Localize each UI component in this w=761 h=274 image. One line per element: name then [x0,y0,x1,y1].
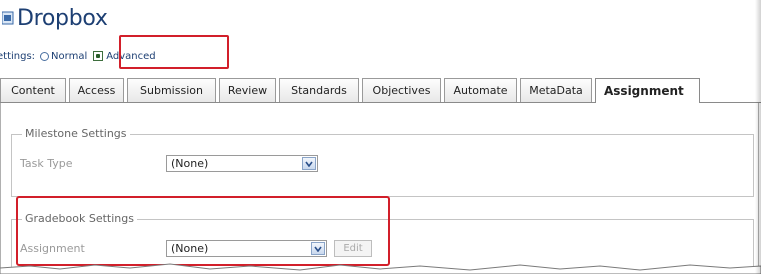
tab-automate[interactable]: Automate [444,78,517,102]
tab-content[interactable]: Content [0,78,66,102]
tab-label: Automate [453,84,508,97]
tab-standards[interactable]: Standards [279,78,359,102]
title-row: Dropbox [0,3,108,33]
tab-review[interactable]: Review [219,78,276,102]
tab-objectives[interactable]: Objectives [362,78,441,102]
task-type-value: (None) [171,157,209,170]
tab-label: Standards [291,84,347,97]
task-type-label: Task Type [20,157,73,170]
page-title: Dropbox [17,5,108,31]
tab-bar: Content Access Submission Review Standar… [0,78,761,103]
milestone-settings-legend: Milestone Settings [22,127,130,140]
tab-access[interactable]: Access [69,78,124,102]
advanced-highlight-box [119,35,229,69]
tab-label: Review [227,84,268,97]
tab-label: Content [11,84,55,97]
normal-radio-circle[interactable] [40,51,50,61]
task-type-row: Task Type [20,155,73,172]
tab-label: Assignment [604,84,684,98]
tab-label: Submission [140,84,203,97]
tab-metadata[interactable]: MetaData [520,78,592,102]
tab-label: Access [77,84,116,97]
tab-submission[interactable]: Submission [127,78,216,102]
task-type-select[interactable]: (None) [166,155,318,172]
milestone-settings-fieldset: Milestone Settings Task Type (None) [11,127,754,197]
torn-edge [0,263,761,274]
gradebook-highlight-box [16,196,390,266]
tab-label: Objectives [372,84,431,97]
tab-label: MetaData [529,84,583,97]
normal-radio[interactable]: Normal [40,51,87,62]
dropbox-icon [2,11,14,25]
settings-label: ettings: [0,50,36,62]
dropbox-settings-page: Dropbox ettings: Normal Advanced Content… [0,0,761,274]
chevron-down-icon[interactable] [302,157,316,170]
right-edge-shadow [755,0,761,274]
normal-radio-label: Normal [51,50,88,62]
tab-assignment[interactable]: Assignment [595,78,700,103]
advanced-radio-checked[interactable] [93,51,104,61]
